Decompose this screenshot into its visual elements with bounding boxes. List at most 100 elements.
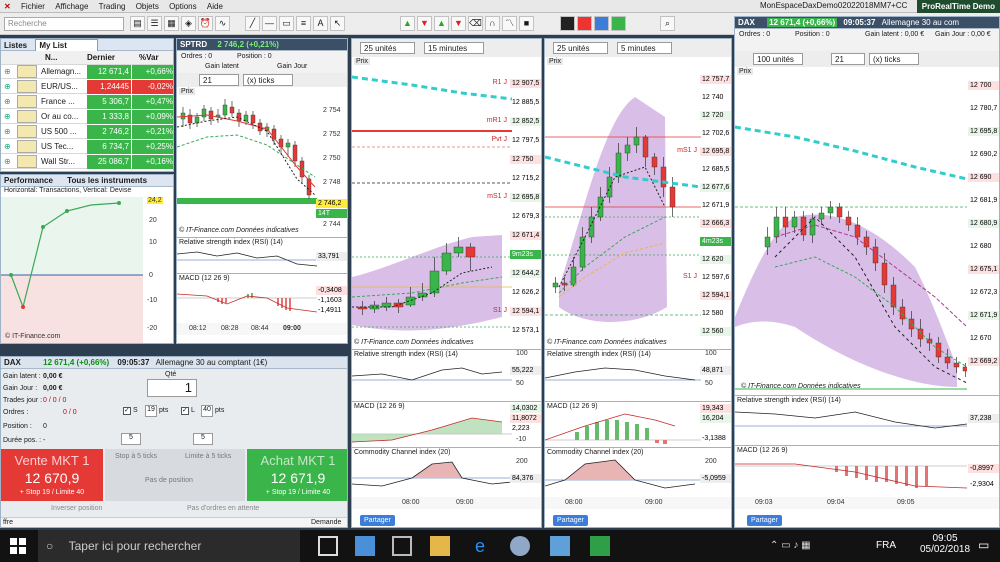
limit-label: L	[191, 407, 195, 414]
order-symbol[interactable]: DAX	[4, 358, 21, 367]
menu-aide[interactable]: Aide	[203, 0, 227, 13]
app-icon[interactable]	[550, 536, 570, 556]
daxt-share-button[interactable]: Partager	[747, 515, 782, 526]
file-explorer-icon[interactable]	[430, 536, 450, 556]
watchlist-row[interactable]: ⊕ Wall Str... 25 086,7 +0,16%	[1, 155, 173, 169]
add-icon[interactable]: ⊕	[4, 155, 11, 169]
watchlist-row[interactable]: ⊕ Allemagn... 12 671,4 +0,66%	[1, 65, 173, 79]
limit-input[interactable]: 40	[201, 405, 213, 417]
add-icon[interactable]: ⊕	[4, 110, 11, 124]
notification-icon[interactable]: ▭	[978, 538, 989, 552]
add-icon[interactable]: ⊕	[4, 140, 11, 154]
color-black-icon[interactable]	[560, 16, 575, 31]
text-icon[interactable]: A	[313, 16, 328, 31]
settings-app-icon[interactable]	[510, 536, 530, 556]
dax15-units-select[interactable]: 25 unités	[360, 42, 415, 54]
grid-icon[interactable]: ▦	[164, 16, 179, 31]
buy-market-button[interactable]: Achat MKT 1 12 671,9 + Stop 19 / Limite …	[247, 449, 347, 501]
limit-5-ticks[interactable]: Limite à 5 ticks	[185, 453, 231, 460]
tab-listes[interactable]: Listes	[4, 41, 27, 50]
taskbar-search[interactable]: ○ Taper ici pour rechercher	[38, 530, 300, 562]
menu-objets[interactable]: Objets	[132, 0, 163, 13]
arrow-up2-icon[interactable]: ▲	[434, 16, 449, 31]
tray-icons[interactable]: ⌃ ▭ ♪ ▦	[770, 540, 811, 551]
new-chart-icon[interactable]: ▤	[130, 16, 145, 31]
dax5-rsi-mid: 50	[705, 380, 713, 387]
edge-icon[interactable]: e	[470, 536, 490, 556]
search-input[interactable]: Recherche	[4, 17, 124, 31]
arrow-down-icon[interactable]: ▼	[417, 16, 432, 31]
menu-fichier[interactable]: Fichier	[17, 0, 49, 13]
price-level-label: 12 740	[702, 94, 724, 101]
color-palette-icon[interactable]: ■	[519, 16, 534, 31]
language-indicator[interactable]: FRA	[876, 540, 896, 551]
col-last[interactable]: Dernier	[87, 51, 115, 65]
price-level-label: 12 560	[700, 327, 731, 336]
indicator-icon[interactable]: ∿	[215, 16, 230, 31]
screener-icon[interactable]: ◈	[181, 16, 196, 31]
pointer-icon[interactable]: ↖	[330, 16, 345, 31]
store-icon[interactable]	[355, 536, 375, 556]
alarm-icon[interactable]: ⏰	[198, 16, 213, 31]
price-level-label: 4m23s	[700, 237, 731, 246]
magnet-icon[interactable]: ∩	[485, 16, 500, 31]
daxt-symbol[interactable]: DAX	[738, 18, 755, 27]
list-icon[interactable]: ☰	[147, 16, 162, 31]
draw-line-icon[interactable]: ╱	[245, 16, 260, 31]
sell-market-button[interactable]: Vente MKT 1 12 670,9 + Stop 19 / Limite …	[1, 449, 103, 501]
color-green-icon[interactable]	[611, 16, 626, 31]
sptrd-ticks-unit[interactable]: (x) ticks	[243, 74, 293, 86]
draw-rect-icon[interactable]: ▭	[279, 16, 294, 31]
qty-input[interactable]: 1	[147, 379, 197, 397]
add-icon[interactable]: ⊕	[4, 65, 11, 79]
stop-5-ticks[interactable]: Stop à 5 ticks	[115, 453, 157, 460]
fibo-icon[interactable]: ≡	[296, 16, 311, 31]
watchlist-row[interactable]: ⊕ US Tec... 6 734,7 +0,25%	[1, 140, 173, 154]
sptrd-symbol[interactable]: SPTRD	[180, 40, 207, 49]
invert-position-button[interactable]: Inverser position	[51, 505, 102, 512]
eraser-icon[interactable]: ⌫	[468, 16, 483, 31]
mail-icon[interactable]	[392, 536, 412, 556]
clock[interactable]: 09:05 05/02/2018	[920, 533, 970, 555]
menu-trading[interactable]: Trading	[95, 0, 130, 13]
step1-input[interactable]: 5	[121, 433, 141, 445]
daxt-ticks-select[interactable]: 21	[831, 53, 865, 65]
menu-options[interactable]: Options	[165, 0, 201, 13]
watchlist-row[interactable]: ⊕ EUR/US... 1,24445 -0,02%	[1, 80, 173, 94]
daxt-ticks-unit[interactable]: (x) ticks	[869, 53, 919, 65]
limit-checkbox[interactable]: ✓	[181, 407, 189, 415]
prorealtime-icon[interactable]	[590, 536, 610, 556]
stop-checkbox[interactable]: ✓	[123, 407, 131, 415]
dax5-timeframe-select[interactable]: 5 minutes	[617, 42, 672, 54]
daxt-units-select[interactable]: 100 unités	[753, 53, 803, 65]
position-area: Stop à 5 ticks Limite à 5 ticks Pas de p…	[105, 449, 245, 501]
tab-all-instruments[interactable]: Tous les instruments	[67, 176, 147, 185]
color-red-icon[interactable]	[577, 16, 592, 31]
menu-affichage[interactable]: Affichage	[51, 0, 92, 13]
draw-hline-icon[interactable]: —	[262, 16, 277, 31]
watchlist-row[interactable]: ⊕ US 500 ... 2 746,2 +0,21%	[1, 125, 173, 139]
stop-input[interactable]: 19	[145, 405, 157, 417]
col-name[interactable]: N...	[45, 51, 57, 65]
color-blue-icon[interactable]	[594, 16, 609, 31]
dax5-units-select[interactable]: 25 unités	[553, 42, 608, 54]
tab-performance[interactable]: Performance	[4, 176, 53, 185]
add-icon[interactable]: ⊕	[4, 125, 11, 139]
windows-start-icon[interactable]	[10, 538, 26, 554]
dax15-macd-label: MACD (12 26 9)	[354, 403, 405, 410]
chart-type-icon[interactable]: 〽	[502, 16, 517, 31]
dax5-share-button[interactable]: Partager	[553, 515, 588, 526]
watchlist-row[interactable]: ⊕ France ... 5 306,7 +0,47%	[1, 95, 173, 109]
task-view-icon[interactable]	[318, 536, 338, 556]
add-icon[interactable]: ⊕	[4, 80, 11, 94]
arrow-down2-icon[interactable]: ▼	[451, 16, 466, 31]
add-icon[interactable]: ⊕	[4, 95, 11, 109]
arrow-up-icon[interactable]: ▲	[400, 16, 415, 31]
zoom-icon[interactable]: ⌕	[660, 16, 675, 31]
watchlist-row[interactable]: ⊕ Or au co... 1 333,8 +0,09%	[1, 110, 173, 124]
col-change[interactable]: %Var	[139, 51, 159, 65]
sptrd-ticks-select[interactable]: 21	[199, 74, 239, 86]
dax15-timeframe-select[interactable]: 15 minutes	[424, 42, 484, 54]
dax15-share-button[interactable]: Partager	[360, 515, 395, 526]
step2-input[interactable]: 5	[193, 433, 213, 445]
